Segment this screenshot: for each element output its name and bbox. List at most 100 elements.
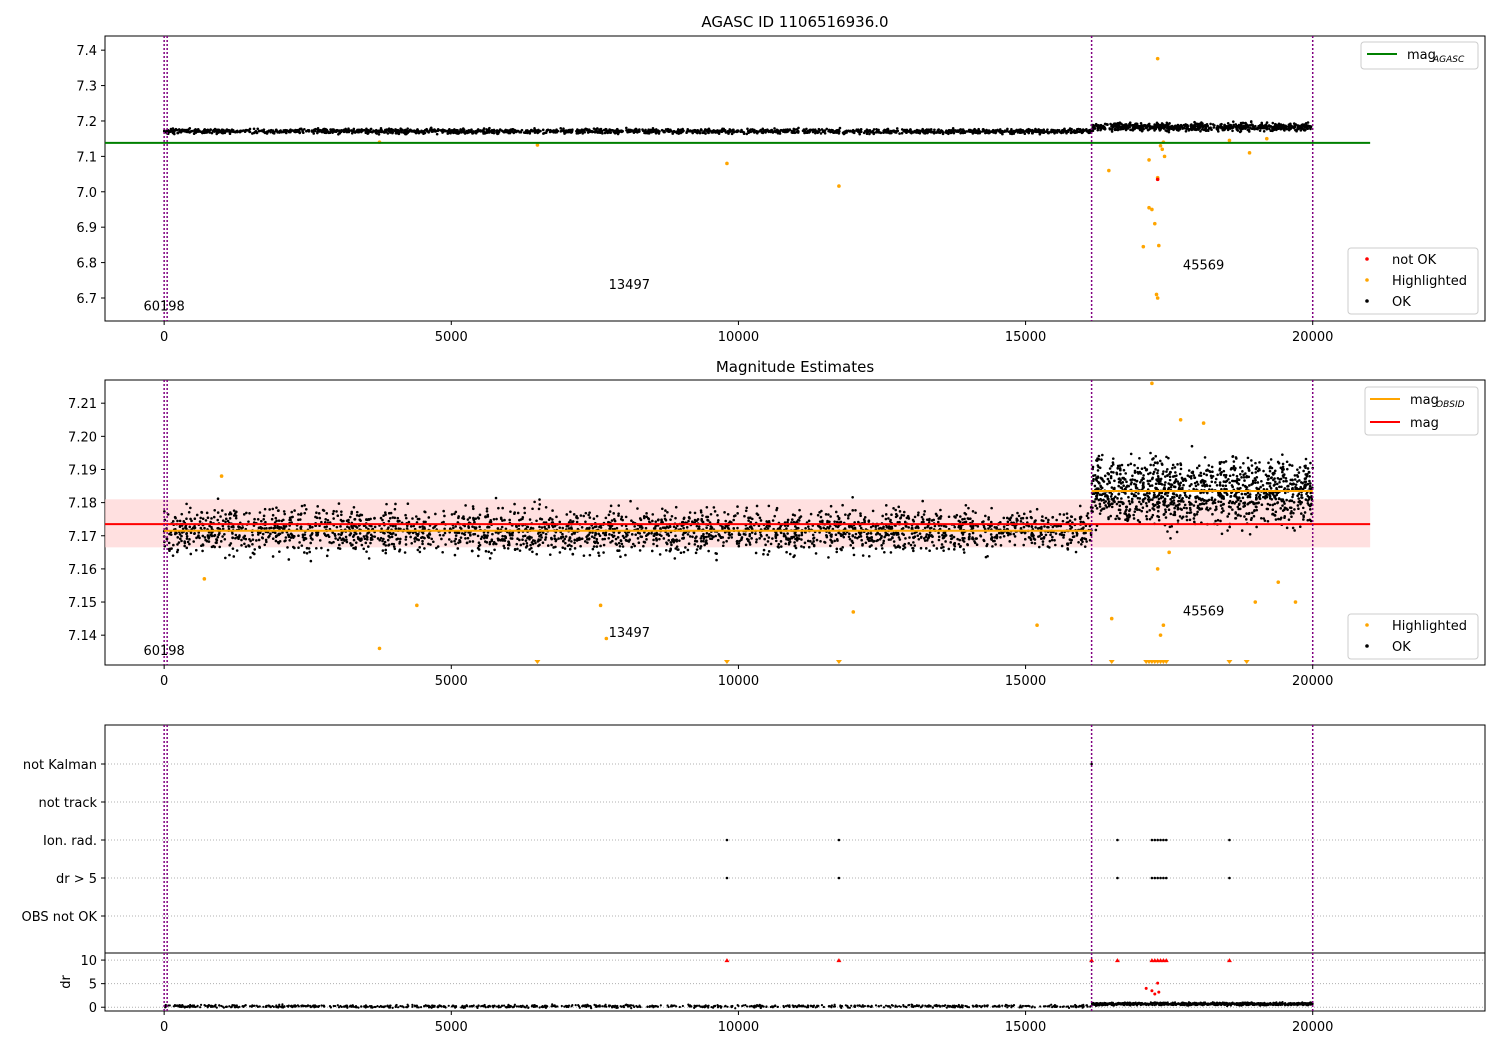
ok-point: [352, 127, 356, 131]
ok-point: [173, 515, 177, 519]
ok-point: [538, 503, 542, 506]
ok-point: [561, 532, 564, 536]
ok-point: [533, 131, 537, 134]
ok-point: [391, 516, 395, 519]
ok-point: [928, 549, 931, 553]
ok-point: [994, 543, 997, 546]
y-tick-label: 6.8: [76, 257, 97, 272]
ok-point: [383, 511, 387, 514]
ok-point: [274, 539, 278, 543]
ok-point: [890, 513, 893, 517]
ok-point: [454, 542, 457, 546]
ok-point: [213, 130, 216, 133]
ok-point: [406, 502, 410, 505]
ok-point: [303, 127, 306, 131]
ok-point: [511, 531, 514, 535]
ok-point: [1058, 512, 1062, 516]
ok-point: [215, 128, 219, 132]
ok-point: [799, 515, 803, 518]
ok-point: [1241, 126, 1245, 130]
ok-point: [973, 127, 976, 131]
y-tick-label: 7.21: [68, 397, 97, 412]
ok-point: [887, 538, 891, 541]
ok-point: [691, 535, 694, 539]
ok-point: [991, 545, 994, 548]
ok-point: [241, 526, 245, 529]
ok-point: [982, 520, 985, 523]
ok-point: [755, 540, 758, 544]
ok-point: [249, 556, 252, 559]
ok-point: [1002, 534, 1006, 538]
ok-point: [369, 536, 373, 540]
ok-point: [636, 507, 639, 510]
ok-point: [228, 543, 232, 547]
ok-point: [303, 504, 306, 507]
ok-point: [189, 506, 192, 510]
ok-point: [947, 132, 950, 136]
ok-point: [181, 527, 185, 531]
ok-point: [682, 129, 685, 133]
ok-point: [1000, 131, 1003, 135]
ok-point: [213, 534, 216, 538]
ok-point: [1065, 131, 1068, 135]
ok-point: [750, 517, 754, 521]
ok-point: [454, 534, 458, 537]
ok-point: [973, 130, 977, 133]
ok-point: [365, 550, 368, 553]
ok-point: [350, 129, 354, 133]
ok-point: [386, 538, 390, 542]
ok-point: [631, 542, 635, 546]
x-tick-label: 20000: [1292, 674, 1333, 689]
ok-point: [171, 131, 175, 135]
ok-point: [910, 532, 914, 535]
ok-point: [1185, 126, 1189, 130]
ok-point: [1148, 124, 1152, 128]
ok-point: [713, 510, 717, 513]
ok-point: [497, 531, 500, 535]
ok-point: [521, 534, 525, 538]
ok-point: [1053, 131, 1056, 135]
ok-point: [201, 549, 204, 553]
ok-point: [1110, 130, 1114, 133]
ok-point: [717, 519, 720, 522]
ok-point: [687, 542, 691, 546]
ok-point: [494, 542, 498, 546]
ok-point: [278, 550, 281, 553]
ok-point: [381, 549, 385, 552]
ok-point: [468, 533, 472, 536]
ok-point: [261, 532, 265, 536]
ok-point: [352, 538, 356, 542]
ok-point: [573, 547, 577, 550]
ok-point: [748, 534, 752, 538]
ok-point: [473, 532, 477, 536]
ok-point: [916, 513, 920, 517]
ok-point: [183, 544, 186, 548]
ok-point: [916, 129, 920, 133]
ok-point: [1085, 540, 1088, 543]
ok-point: [478, 513, 482, 517]
ok-point: [770, 129, 773, 132]
ok-point: [829, 544, 832, 548]
ok-point: [1029, 538, 1033, 542]
ok-point: [204, 519, 208, 522]
ok-point: [892, 540, 896, 543]
ok-point: [685, 526, 689, 529]
ok-point: [303, 551, 306, 554]
ok-point: [867, 520, 871, 523]
ok-point: [1086, 512, 1090, 515]
ok-point: [1262, 129, 1266, 133]
ok-point: [452, 131, 455, 135]
ok-point: [921, 499, 924, 503]
ok-point: [525, 542, 529, 545]
ok-point: [696, 128, 700, 132]
ok-point: [795, 533, 798, 537]
ok-point: [858, 132, 862, 136]
ok-point: [516, 547, 519, 551]
ok-point: [675, 539, 679, 543]
ok-point: [340, 510, 343, 513]
ok-point: [687, 519, 690, 523]
ok-point: [1079, 515, 1083, 519]
ok-point: [911, 131, 915, 134]
ok-point: [309, 541, 312, 545]
ok-point: [841, 131, 845, 135]
